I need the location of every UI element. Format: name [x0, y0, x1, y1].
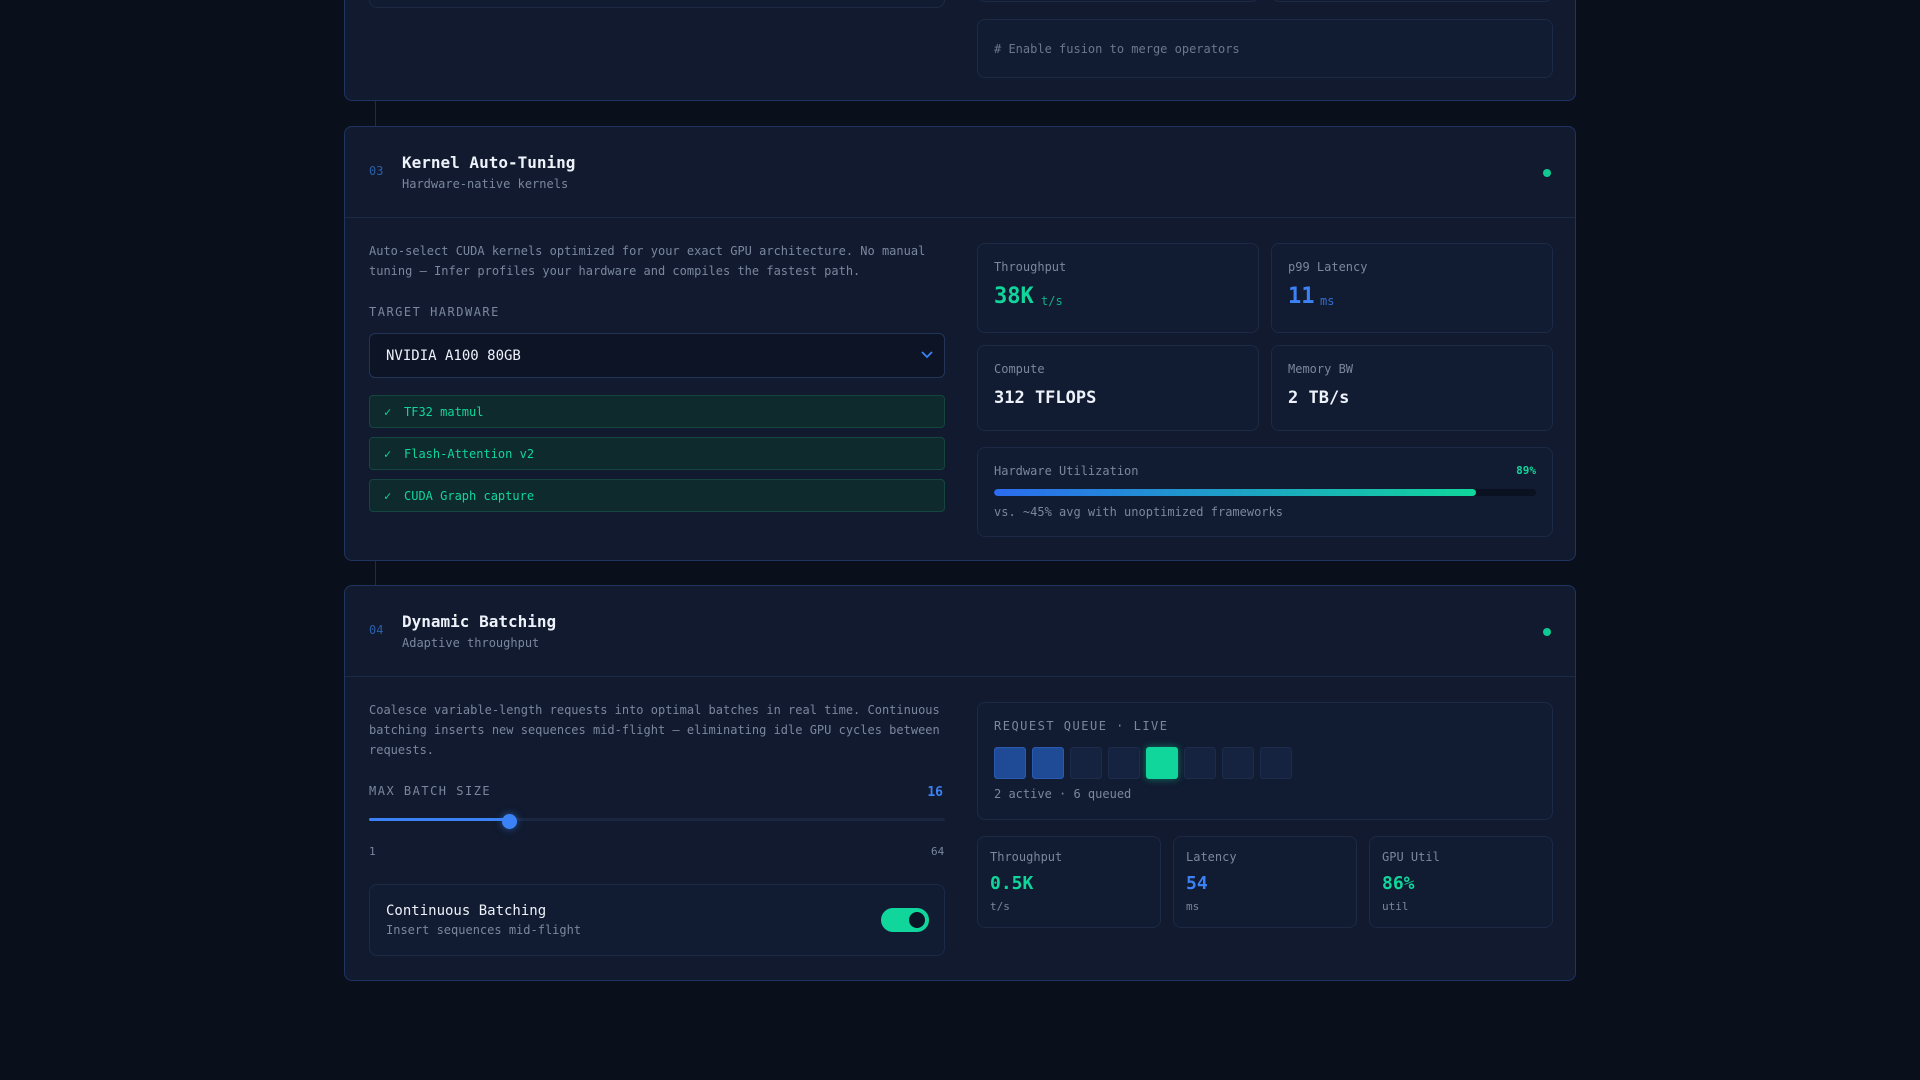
stat-label: Latency: [1186, 850, 1237, 864]
timeline-connector: [375, 561, 376, 586]
card-title: Dynamic Batching: [402, 612, 557, 631]
utilization-fill: [994, 489, 1477, 496]
metric-label: Throughput: [994, 260, 1067, 274]
queue-cell-queued: [1222, 747, 1254, 779]
metric-unit: ms: [1320, 294, 1335, 308]
metric-label: Memory BW: [1288, 362, 1354, 376]
queue-cell-active: [1032, 747, 1064, 779]
metric-unit: t/s: [1041, 294, 1063, 308]
card-subtitle: Hardware-native kernels: [402, 177, 569, 191]
code-box: # Enable fusion to merge operators: [977, 19, 1553, 78]
card-header: 03 Kernel Auto-Tuning Hardware-native ke…: [345, 127, 1575, 218]
metric-remnant-1: [977, 0, 1259, 2]
stat-throughput: Throughput 0.5K t/s: [977, 836, 1161, 928]
feature-label: CUDA Graph capture: [404, 489, 535, 503]
timeline-connector: [375, 101, 376, 126]
slider-fill: [369, 818, 507, 821]
feature-label: Flash-Attention v2: [404, 447, 535, 461]
metric-value: 2 TB/s: [1288, 388, 1350, 408]
metric-label: Compute: [994, 362, 1045, 376]
utilization-label: Hardware Utilization: [994, 464, 1139, 478]
request-queue-label: REQUEST QUEUE · LIVE: [994, 719, 1169, 733]
chevron-down-icon: [921, 351, 933, 359]
hardware-select[interactable]: NVIDIA A100 80GB: [369, 333, 945, 378]
check-icon: ✓: [384, 489, 392, 503]
memory-bw-metric: Memory BW 2 TB/s: [1271, 345, 1553, 431]
queue-cell-active: [994, 747, 1026, 779]
check-icon: ✓: [384, 447, 392, 461]
metric-value: 312 TFLOPS: [994, 388, 1097, 408]
slider-max-label: 64: [931, 845, 945, 858]
feature-tf32-matmul: ✓ TF32 matmul: [369, 395, 945, 428]
queue-cell-queued: [1260, 747, 1292, 779]
feature-cuda-graph: ✓ CUDA Graph capture: [369, 479, 945, 512]
feature-flash-attention: ✓ Flash-Attention v2: [369, 437, 945, 470]
metric-value: 38K: [994, 284, 1034, 309]
hardware-utilization-panel: Hardware Utilization 89% vs. ~45% avg wi…: [977, 447, 1553, 537]
dynamic-batching-card: 04 Dynamic Batching Adaptive throughput …: [344, 585, 1576, 981]
queue-summary: 2 active · 6 queued: [994, 787, 1132, 801]
stat-unit: util: [1382, 900, 1409, 913]
feature-label: TF32 matmul: [404, 405, 484, 419]
stat-label: GPU Util: [1382, 850, 1440, 864]
queue-cell-queued: [1184, 747, 1216, 779]
stat-value: 0.5K: [990, 873, 1034, 894]
metric-label: p99 Latency: [1288, 260, 1368, 274]
queue-cell-hot: [1146, 747, 1178, 779]
continuous-batching-toggle[interactable]: [881, 908, 929, 932]
queue-cells: [994, 747, 1394, 779]
step-number: 03: [369, 164, 384, 178]
queue-cell-queued: [1108, 747, 1140, 779]
card-title: Kernel Auto-Tuning: [402, 153, 576, 172]
stat-unit: ms: [1186, 900, 1200, 913]
batch-size-slider[interactable]: [369, 814, 945, 832]
metric-value: 11: [1288, 284, 1315, 309]
status-dot: [1543, 169, 1551, 177]
stat-label: Throughput: [990, 850, 1063, 864]
continuous-batching-panel: Continuous Batching Insert sequences mid…: [369, 884, 945, 956]
fusion-card: # Enable fusion to merge operators: [344, 0, 1576, 101]
card-header: 04 Dynamic Batching Adaptive throughput: [345, 586, 1575, 677]
code-comment: # Enable fusion to merge operators: [994, 42, 1240, 56]
kernel-auto-tuning-card: 03 Kernel Auto-Tuning Hardware-native ke…: [344, 126, 1576, 561]
step-number: 04: [369, 623, 384, 637]
max-batch-size-label: MAX BATCH SIZE: [369, 784, 492, 798]
stat-value: 86%: [1382, 873, 1415, 894]
utilization-note: vs. ~45% avg with unoptimized frameworks: [994, 505, 1283, 519]
hardware-select-value: NVIDIA A100 80GB: [386, 348, 521, 364]
stat-unit: t/s: [990, 900, 1010, 913]
stat-gpu-util: GPU Util 86% util: [1369, 836, 1553, 928]
slider-thumb[interactable]: [501, 814, 517, 829]
utilization-track: [994, 489, 1536, 496]
queue-cell-queued: [1070, 747, 1102, 779]
target-hardware-label: TARGET HARDWARE: [369, 305, 500, 319]
card-subtitle: Adaptive throughput: [402, 636, 540, 650]
throughput-metric: Throughput 38K t/s: [977, 243, 1259, 333]
continuous-batching-subtitle: Insert sequences mid-flight: [386, 923, 582, 937]
left-input-remnant: [369, 0, 945, 8]
stat-latency: Latency 54 ms: [1173, 836, 1357, 928]
slider-min-label: 1: [369, 845, 376, 858]
toggle-knob: [909, 912, 925, 928]
metric-remnant-2: [1271, 0, 1553, 2]
compute-metric: Compute 312 TFLOPS: [977, 345, 1259, 431]
continuous-batching-title: Continuous Batching: [386, 903, 547, 919]
latency-metric: p99 Latency 11 ms: [1271, 243, 1553, 333]
card-description: Coalesce variable-length requests into o…: [369, 703, 940, 757]
status-dot: [1543, 628, 1551, 636]
utilization-value: 89%: [1516, 464, 1536, 477]
card-description: Auto-select CUDA kernels optimized for y…: [369, 244, 926, 278]
max-batch-size-value: 16: [927, 785, 943, 800]
stat-value: 54: [1186, 873, 1208, 894]
check-icon: ✓: [384, 405, 392, 419]
request-queue-panel: REQUEST QUEUE · LIVE 2 active · 6 queued: [977, 702, 1553, 820]
